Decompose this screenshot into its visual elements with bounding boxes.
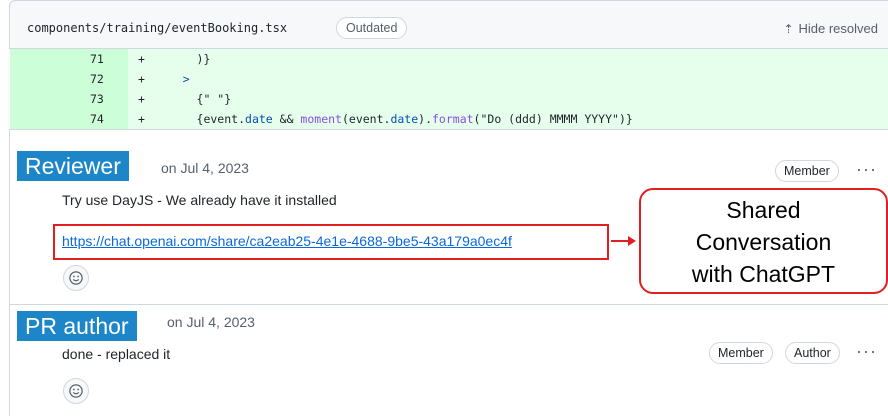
callout-line: Conversation <box>695 229 832 255</box>
file-header: components/training/eventBooking.tsx Out… <box>9 0 888 49</box>
author-badge: Author <box>785 342 840 364</box>
line-number: 71 <box>90 52 104 66</box>
add-reaction-button[interactable] <box>63 378 89 404</box>
thread-border <box>9 129 10 416</box>
line-number: 73 <box>90 92 104 106</box>
unfold-icon: ⇡ <box>783 22 794 36</box>
member-badge: Member <box>775 160 839 182</box>
diff-line: 74 + {event.date && moment(event.date).f… <box>10 109 888 129</box>
add-reaction-button[interactable] <box>63 265 89 291</box>
code-line: > <box>155 72 190 86</box>
code-line: )} <box>155 52 211 66</box>
line-number: 74 <box>90 112 104 126</box>
arrow-head <box>628 236 636 246</box>
code-line: {event.date && moment(event.date).format… <box>155 112 633 126</box>
smiley-icon <box>69 384 83 398</box>
member-badge: Member <box>709 342 773 364</box>
author-annotation: PR author <box>17 311 137 341</box>
hide-resolved-label: Hide resolved <box>798 21 879 36</box>
file-path[interactable]: components/training/eventBooking.tsx <box>27 21 287 35</box>
diff-sign: + <box>138 72 145 86</box>
diff-line: 71 + )} <box>10 49 888 69</box>
chatgpt-share-link[interactable]: https://chat.openai.com/share/ca2eab25-4… <box>62 233 512 249</box>
author-annotation: Reviewer <box>17 151 129 181</box>
code-line: {" "} <box>155 92 232 106</box>
comment-body: done - replaced it <box>62 346 171 362</box>
kebab-icon[interactable]: ··· <box>856 342 877 360</box>
diff-sign: + <box>138 92 145 106</box>
annotation-callout: Shared Conversation with ChatGPT <box>639 188 888 294</box>
hide-resolved-button[interactable]: ⇡ Hide resolved <box>783 21 878 36</box>
diff-sign: + <box>138 112 145 126</box>
comment-date[interactable]: on Jul 4, 2023 <box>161 160 249 176</box>
divider <box>10 304 888 305</box>
comment-date[interactable]: on Jul 4, 2023 <box>167 314 255 330</box>
diff-line: 73 + {" "} <box>10 89 888 109</box>
line-number: 72 <box>90 72 104 86</box>
divider <box>10 129 888 130</box>
smiley-icon <box>69 271 83 285</box>
outdated-badge: Outdated <box>336 17 408 39</box>
diff-sign: + <box>138 52 145 66</box>
comment-body: Try use DayJS - We already have it insta… <box>62 192 337 208</box>
diff-line: 72 + > <box>10 69 888 89</box>
kebab-icon[interactable]: ··· <box>856 160 877 178</box>
callout-line: Shared <box>726 197 801 223</box>
callout-line: with ChatGPT <box>691 261 836 287</box>
